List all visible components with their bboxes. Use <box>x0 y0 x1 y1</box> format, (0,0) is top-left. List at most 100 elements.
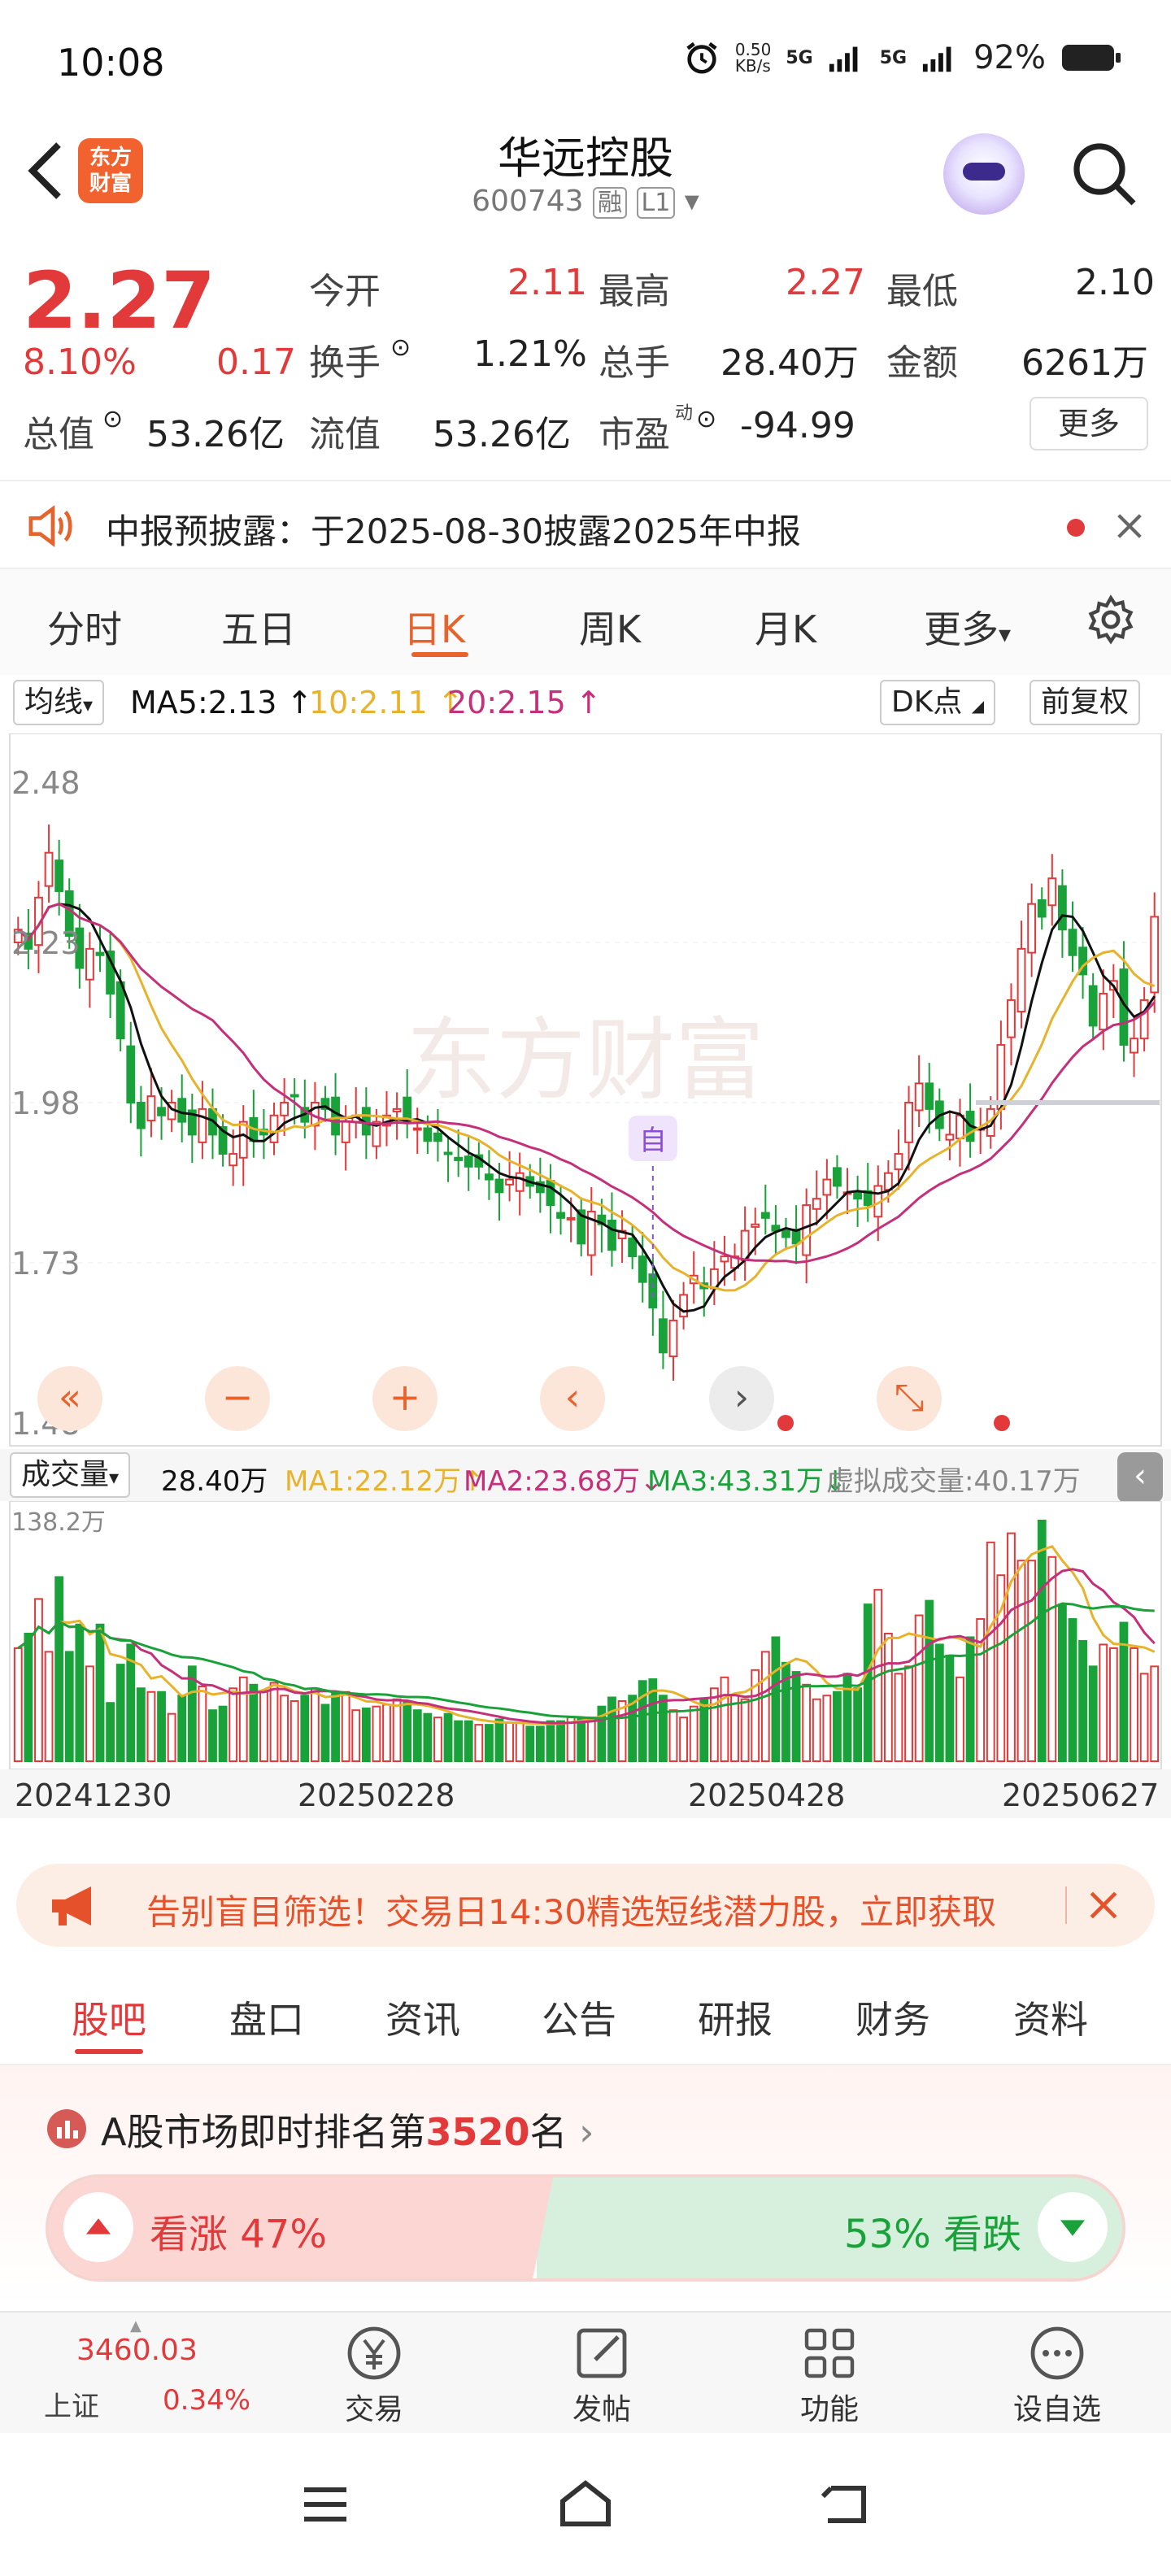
nav-watchlist[interactable]: 设自选 <box>976 2313 1138 2435</box>
high-label: 最高 <box>599 271 670 312</box>
zoom-in-icon[interactable]: + <box>372 1366 437 1431</box>
down-arrow-icon[interactable] <box>1038 2192 1108 2262</box>
volume-bar <box>198 1686 207 1763</box>
volume-bar <box>668 1709 678 1762</box>
volume-bar <box>64 1651 74 1762</box>
volume-bar <box>454 1720 464 1763</box>
notice-bar[interactable]: 中报预披露：于2025-08-30披露2025年中报 <box>0 480 1171 569</box>
volume-mode-select[interactable]: 成交量▾ <box>10 1452 131 1498</box>
tab-news[interactable]: 资讯 <box>385 1991 460 2044</box>
tab-five-day[interactable]: 五日 <box>221 600 296 654</box>
adjust-button[interactable]: 前复权 <box>1030 680 1141 725</box>
date-axis: 20241230 20250228 20250428 20250627 <box>0 1769 1171 1818</box>
compose-icon <box>577 2328 627 2378</box>
bottom-nav: ▲ 3460.03 上证 0.34% 交易 发帖 功能 设自选 <box>0 2311 1171 2433</box>
next-icon[interactable]: › <box>709 1366 774 1431</box>
zoom-out-icon[interactable]: − <box>205 1366 270 1431</box>
level-tag: L1 <box>636 187 676 219</box>
up-arrow-icon[interactable] <box>63 2192 133 2262</box>
close-icon[interactable] <box>1114 511 1145 542</box>
float-cap-value: 53.26亿 <box>433 414 571 455</box>
battery-icon <box>1062 45 1121 71</box>
vote-down-area[interactable] <box>537 2178 1122 2278</box>
ma20-value: 20:2.15 <box>447 685 566 720</box>
tab-financials[interactable]: 财务 <box>855 1991 930 2044</box>
tab-daily-k[interactable]: 日K <box>403 600 465 654</box>
prev-icon[interactable]: ‹ <box>540 1366 605 1431</box>
nav-trade[interactable]: 交易 <box>293 2313 455 2435</box>
tab-research[interactable]: 研报 <box>698 1991 773 2044</box>
ma5-value: MA5:2.13 <box>130 685 277 720</box>
more-button[interactable]: 更多 <box>1030 397 1148 450</box>
volume-bar <box>392 1698 402 1762</box>
volume-bar <box>771 1636 781 1762</box>
tab-announcements[interactable]: 公告 <box>542 1991 616 2044</box>
status-icons: 0.50 KB/s 5G 5G 92% <box>683 39 1122 76</box>
nav-watchlist-label: 设自选 <box>1012 2393 1101 2426</box>
volume-bar <box>54 1576 64 1762</box>
amount-label: 金额 <box>886 342 958 384</box>
promo-banner[interactable]: 告别盲目筛选！交易日14:30精选短线潜力股，立即获取 <box>16 1864 1155 1947</box>
expand-icon[interactable]: ⤡ <box>877 1366 942 1431</box>
signal-icon <box>923 46 951 72</box>
caret-down-icon: ▾ <box>999 620 1012 649</box>
scroll-left-icon[interactable]: « <box>37 1366 102 1431</box>
volume-bar <box>505 1721 514 1762</box>
volume-bar <box>1088 1665 1098 1762</box>
tab-forum[interactable]: 股吧 <box>72 1991 146 2044</box>
tab-order-book[interactable]: 盘口 <box>229 1991 304 2044</box>
volume-bar <box>269 1682 279 1763</box>
volume-bar <box>167 1712 176 1763</box>
info-icon[interactable]: ⊙ <box>102 405 123 433</box>
volume-bar <box>474 1724 484 1762</box>
vol-ma2-value: MA2:23.68万 <box>464 1465 641 1498</box>
index-ticker[interactable]: ▲ 3460.03 上证 0.34% <box>15 2317 250 2431</box>
turnover-label: 换手 <box>309 342 381 384</box>
tab-intraday[interactable]: 分时 <box>47 600 122 654</box>
volume-label: 总手 <box>599 342 670 384</box>
volume-bar <box>433 1717 442 1762</box>
collapse-left-icon[interactable]: ‹ <box>1117 1452 1163 1503</box>
volume-bar <box>464 1720 473 1763</box>
ma-mode-select[interactable]: 均线▾ <box>13 680 105 725</box>
volume-max-label: 138.2万 <box>11 1508 106 1537</box>
nav-post[interactable]: 发帖 <box>520 2313 683 2435</box>
date-tick: 20241230 <box>15 1778 172 1813</box>
y-axis-label: 1.73 <box>11 1246 81 1281</box>
settings-gear-icon[interactable] <box>1085 594 1137 646</box>
svg-text:−: − <box>222 1375 254 1419</box>
nav-post-label: 发帖 <box>572 2393 631 2426</box>
tab-weekly-k[interactable]: 周K <box>579 600 641 654</box>
volume-bar <box>106 1702 115 1762</box>
rank-heading[interactable]: A股市场即时排名第3520名 › <box>101 2103 594 2156</box>
tab-monthly-k[interactable]: 月K <box>755 600 816 654</box>
close-icon[interactable] <box>1086 1888 1121 1922</box>
back-nav-icon[interactable] <box>818 2482 870 2526</box>
quote-panel: 2.27 8.10% 0.17 今开 2.11 最高 2.27 最低 2.10 … <box>0 244 1171 472</box>
assistant-avatar[interactable] <box>943 133 1025 215</box>
clock-time: 10:08 <box>57 41 165 85</box>
volume-bar <box>833 1690 842 1762</box>
volume-svg: 138.2万 <box>9 1500 1162 1770</box>
kline-chart[interactable]: 东方财富 2.48 2.23 1.98 1.73 1.48 自 «− + ‹ › ⤡ <box>0 733 1171 1449</box>
search-icon[interactable] <box>1070 140 1138 208</box>
volume-bar <box>586 1717 596 1762</box>
volume-bar <box>351 1709 361 1762</box>
volume-bar <box>1108 1647 1118 1762</box>
home-icon[interactable] <box>556 2478 615 2527</box>
info-icon[interactable]: ⊙ <box>696 405 716 433</box>
menu-icon[interactable] <box>301 2485 350 2524</box>
dk-point-button[interactable]: DK点 ◢ <box>880 680 996 725</box>
index-name: 上证 <box>44 2391 99 2423</box>
volume-chart[interactable]: 138.2万 <box>0 1500 1171 1770</box>
high-value: 2.27 <box>786 262 865 303</box>
date-tick: 20250228 <box>298 1778 455 1813</box>
nav-functions[interactable]: 功能 <box>748 2313 911 2435</box>
tab-more[interactable]: 更多▾ <box>924 600 1011 654</box>
last-price: 2.27 <box>23 255 215 346</box>
tab-profile[interactable]: 资料 <box>1013 1991 1088 2044</box>
open-value: 2.11 <box>507 262 587 303</box>
svg-text:⤡: ⤡ <box>895 1375 925 1419</box>
volume-bar <box>1016 1560 1026 1762</box>
info-icon[interactable]: ⊙ <box>390 333 411 362</box>
